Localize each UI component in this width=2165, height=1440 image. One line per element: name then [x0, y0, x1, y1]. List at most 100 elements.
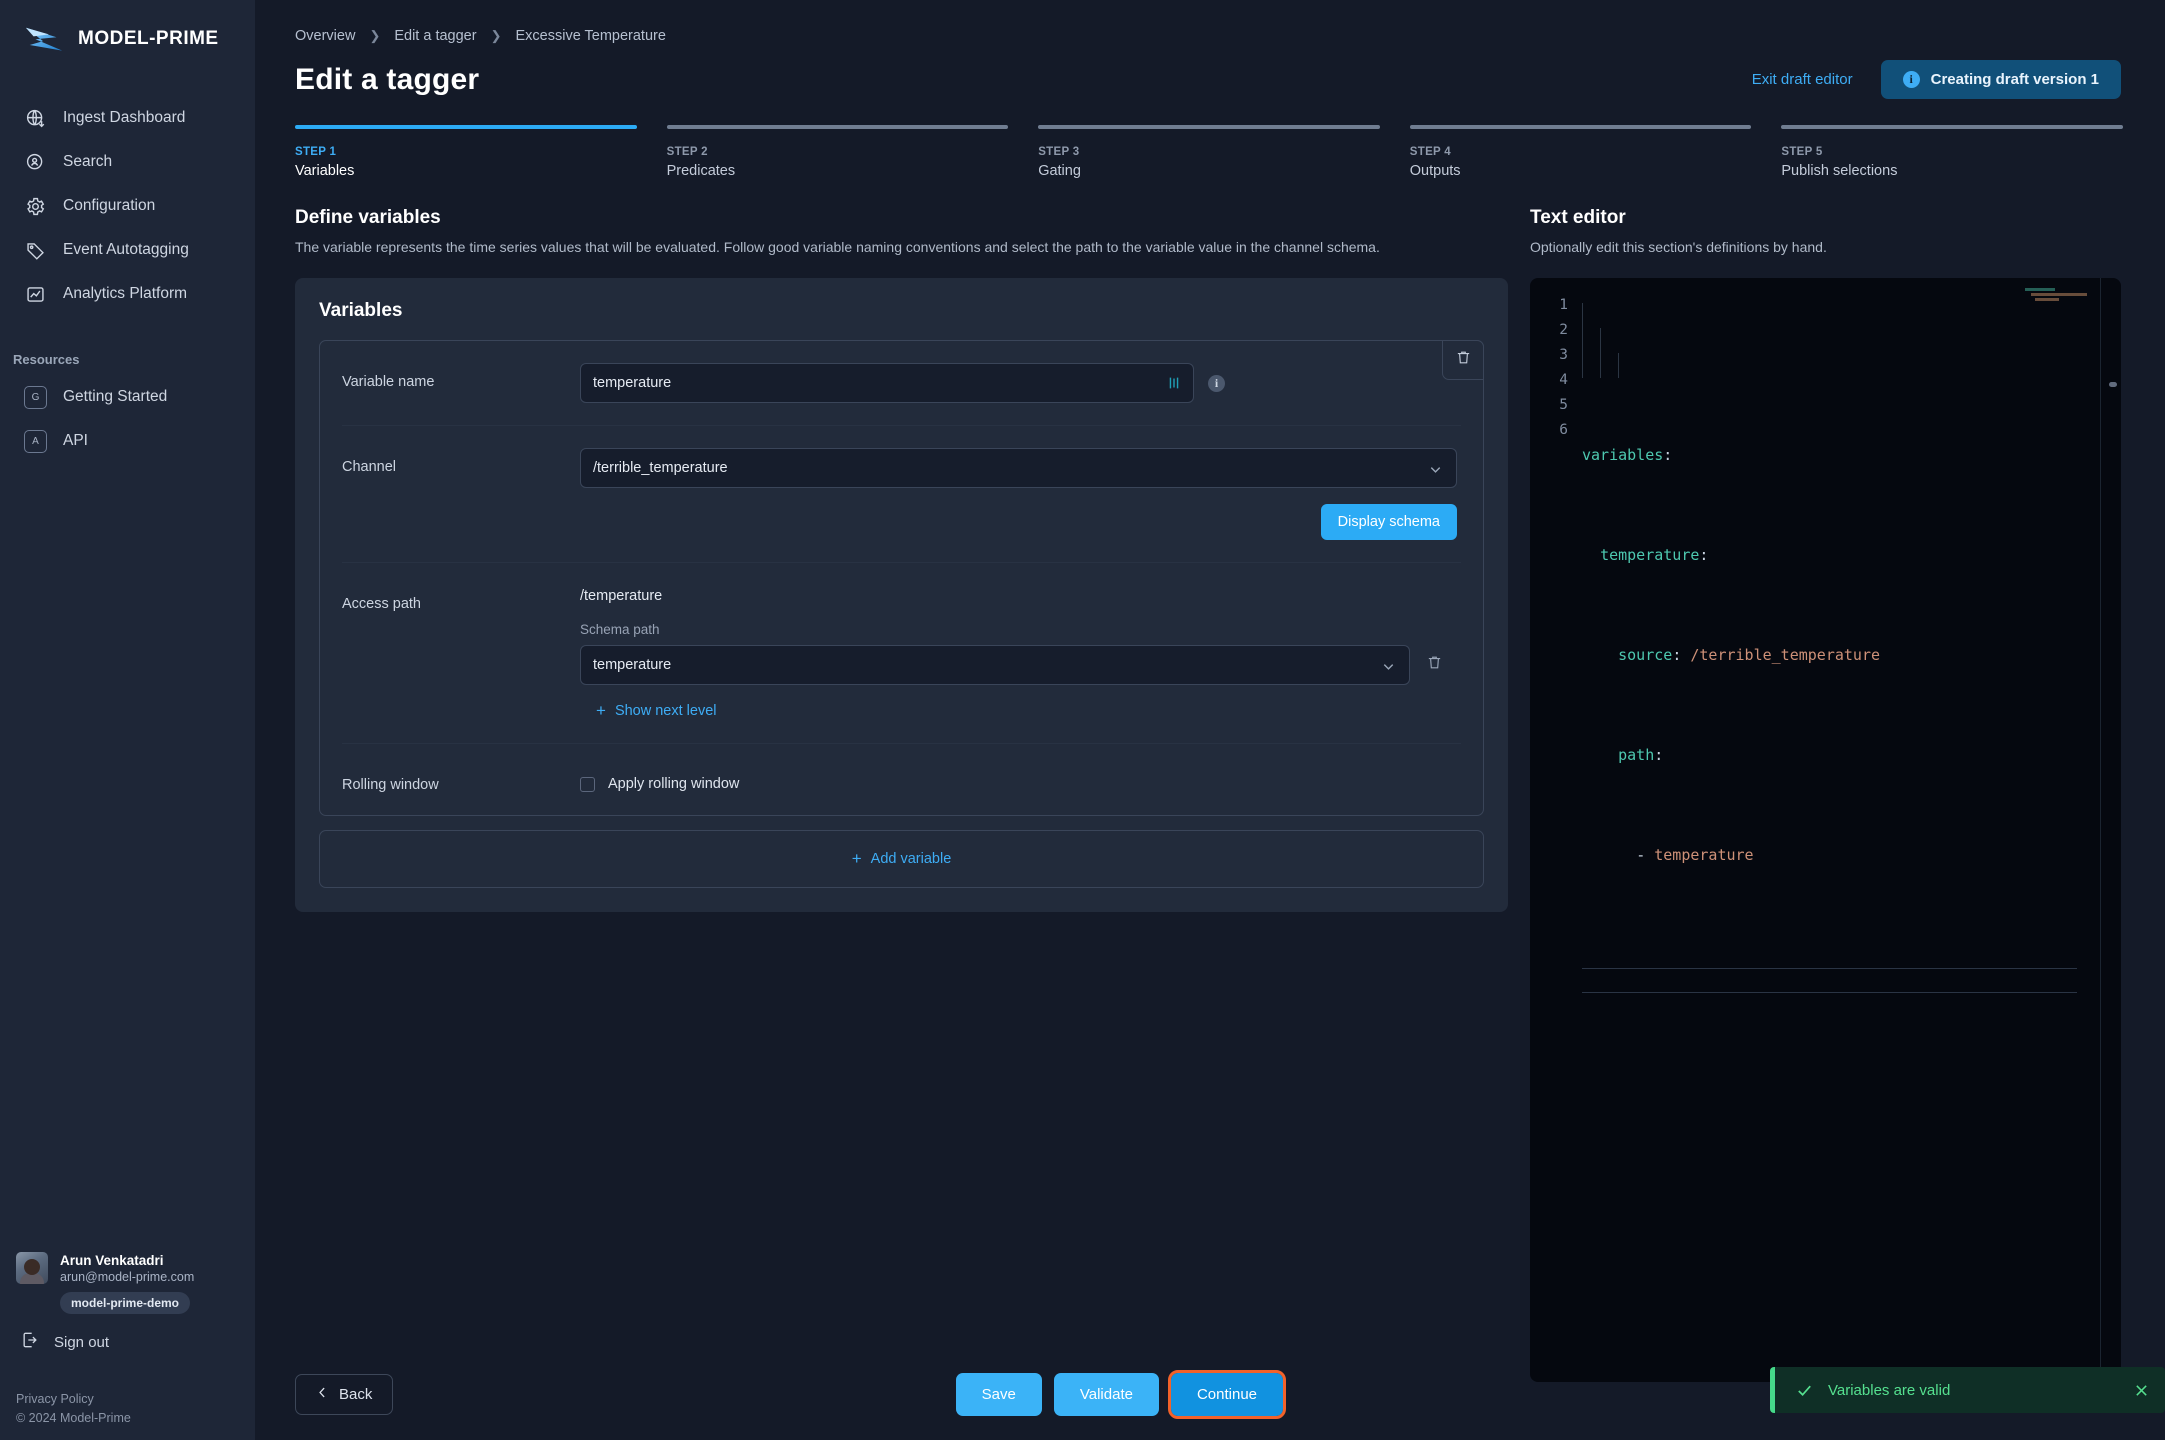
show-next-level-button[interactable]: + Show next level	[596, 701, 717, 720]
check-icon	[1795, 1381, 1814, 1400]
code-line: variables:	[1582, 443, 2121, 468]
add-variable-label: Add variable	[870, 851, 952, 867]
breadcrumb-separator-icon: ❯	[490, 28, 502, 43]
line-number: 1	[1559, 297, 1568, 313]
line-number: 2	[1559, 322, 1568, 338]
editor-minimap[interactable]	[2025, 288, 2097, 310]
code-area[interactable]: variables: temperature: source: /terribl…	[1582, 278, 2121, 1382]
step-1-variables[interactable]: STEP 1 Variables	[295, 125, 637, 179]
yaml-key: variables	[1582, 446, 1664, 464]
step-number: STEP 4	[1409, 146, 1452, 158]
sidebar-item-label: Configuration	[63, 197, 156, 214]
access-path-body: /temperature Schema path temperature + S…	[580, 585, 1461, 721]
plus-icon: +	[596, 701, 606, 720]
text-editor-panel: Text editor Optionally edit this section…	[1530, 207, 2121, 1382]
yaml-punct: :	[1672, 646, 1682, 664]
yaml-code-editor[interactable]: 1 2 3 4 5 6 variables: temperature: sour…	[1530, 278, 2121, 1382]
add-variable-button[interactable]: + Add variable	[319, 830, 1484, 888]
sidebar-item-event-autotagging[interactable]: Event Autotagging	[0, 228, 255, 272]
sidebar-item-search[interactable]: Search	[0, 140, 255, 184]
sidebar-item-ingest-dashboard[interactable]: Ingest Dashboard	[0, 96, 255, 140]
channel-select[interactable]: /terrible_temperature	[580, 448, 1457, 488]
gear-icon	[24, 195, 46, 217]
save-button[interactable]: Save	[955, 1372, 1042, 1416]
step-progress-bar	[1409, 125, 1752, 129]
sidebar: MODEL-PRIME Ingest Dashboard Search Conf…	[0, 0, 255, 1440]
variable-name-input[interactable]: temperature	[580, 363, 1194, 403]
user-name: Arun Venkatadri	[60, 1253, 164, 1268]
step-name: Predicates	[666, 163, 736, 179]
sidebar-item-label: Ingest Dashboard	[63, 109, 186, 126]
variable-expression-icon[interactable]	[1166, 375, 1182, 395]
breadcrumb-item-overview[interactable]: Overview	[295, 28, 355, 44]
sign-out-label: Sign out	[54, 1333, 110, 1351]
delete-schema-path-button[interactable]	[1426, 654, 1443, 676]
schema-path-select[interactable]: temperature	[580, 645, 1410, 685]
footer-actions: Save Validate Continue	[955, 1369, 1287, 1419]
sign-out-button[interactable]: Sign out	[16, 1330, 255, 1354]
delete-variable-button[interactable]	[1442, 340, 1484, 380]
show-next-level-label: Show next level	[614, 703, 717, 719]
step-4-outputs[interactable]: STEP 4 Outputs	[1409, 125, 1752, 179]
code-line: - temperature	[1582, 843, 2121, 868]
apply-rolling-window-label: Apply rolling window	[608, 776, 740, 792]
exit-draft-editor-link[interactable]: Exit draft editor	[1752, 71, 1853, 88]
line-number: 3	[1559, 347, 1568, 363]
header-actions: Exit draft editor i Creating draft versi…	[1752, 60, 2121, 99]
step-5-publish-selections[interactable]: STEP 5 Publish selections	[1781, 125, 2123, 179]
yaml-punct: :	[1699, 546, 1709, 564]
code-line-active[interactable]	[1582, 943, 2121, 993]
breadcrumb: Overview ❯ Edit a tagger ❯ Excessive Tem…	[255, 0, 2165, 44]
define-variables-panel: Define variables The variable represents…	[295, 207, 1508, 1382]
close-icon[interactable]	[2134, 1383, 2149, 1398]
sidebar-item-label: Event Autotagging	[63, 241, 189, 258]
continue-button[interactable]: Continue	[1167, 1369, 1287, 1419]
step-number: STEP 5	[1781, 146, 1823, 158]
privacy-policy-link[interactable]: Privacy Policy	[16, 1392, 94, 1406]
content-columns: Define variables The variable represents…	[255, 179, 2165, 1382]
sidebar-item-configuration[interactable]: Configuration	[0, 184, 255, 228]
page-header: Edit a tagger Exit draft editor i Creati…	[255, 44, 2165, 99]
sidebar-item-analytics-platform[interactable]: Analytics Platform	[0, 272, 255, 316]
code-line: path:	[1582, 743, 2121, 768]
user-profile[interactable]: Arun Venkatadri arun@model-prime.com mod…	[16, 1252, 255, 1314]
sidebar-item-getting-started[interactable]: G Getting Started	[0, 375, 255, 419]
sidebar-item-label: Getting Started	[63, 388, 168, 405]
variable-name-line: temperature i	[580, 363, 1461, 403]
step-number: STEP 1	[295, 146, 337, 158]
creating-draft-version-button[interactable]: i Creating draft version 1	[1880, 60, 2121, 99]
step-number: STEP 3	[1038, 146, 1080, 158]
step-name: Gating	[1038, 163, 1081, 179]
breadcrumb-item-excessive-temperature[interactable]: Excessive Temperature	[515, 28, 665, 44]
sidebar-item-api[interactable]: A API	[0, 419, 255, 463]
variable-name-body: temperature i	[580, 363, 1461, 403]
page-title: Edit a tagger	[295, 62, 480, 96]
sign-out-icon	[20, 1330, 40, 1354]
brand-logo[interactable]: MODEL-PRIME	[0, 0, 255, 56]
variables-card: Variables Variable name temperature i Ch…	[295, 278, 1508, 912]
code-line: source: /terrible_temperature	[1582, 643, 2121, 668]
validate-button[interactable]: Validate	[1053, 1372, 1159, 1416]
user-block: Arun Venkatadri arun@model-prime.com mod…	[0, 1252, 255, 1354]
back-button[interactable]: Back	[295, 1373, 394, 1415]
yaml-punct: :	[1654, 746, 1664, 764]
step-name: Publish selections	[1781, 163, 1898, 179]
line-number: 5	[1559, 397, 1568, 413]
rolling-window-body: Apply rolling window	[580, 766, 1461, 792]
step-2-predicates[interactable]: STEP 2 Predicates	[666, 125, 1009, 179]
copyright-text: © 2024 Model-Prime	[16, 1411, 131, 1425]
breadcrumb-item-edit-a-tagger[interactable]: Edit a tagger	[394, 28, 476, 44]
step-3-gating[interactable]: STEP 3 Gating	[1038, 125, 1380, 179]
display-schema-button[interactable]: Display schema	[1320, 504, 1457, 540]
access-path-value: /temperature	[580, 588, 663, 604]
step-progress-bar	[295, 125, 637, 129]
apply-rolling-window-checkbox[interactable]	[580, 776, 595, 792]
variable-entry: Variable name temperature i Channel /ter…	[319, 340, 1484, 816]
toast-notification: Variables are valid	[1770, 1367, 2165, 1413]
variable-name-info-icon[interactable]: i	[1208, 374, 1225, 392]
breadcrumb-separator-icon: ❯	[369, 28, 381, 43]
yaml-value: temperature	[1654, 846, 1754, 864]
main-content: Overview ❯ Edit a tagger ❯ Excessive Tem…	[255, 0, 2165, 1440]
step-number: STEP 2	[666, 146, 708, 158]
editor-scrollbar[interactable]	[2109, 382, 2117, 387]
